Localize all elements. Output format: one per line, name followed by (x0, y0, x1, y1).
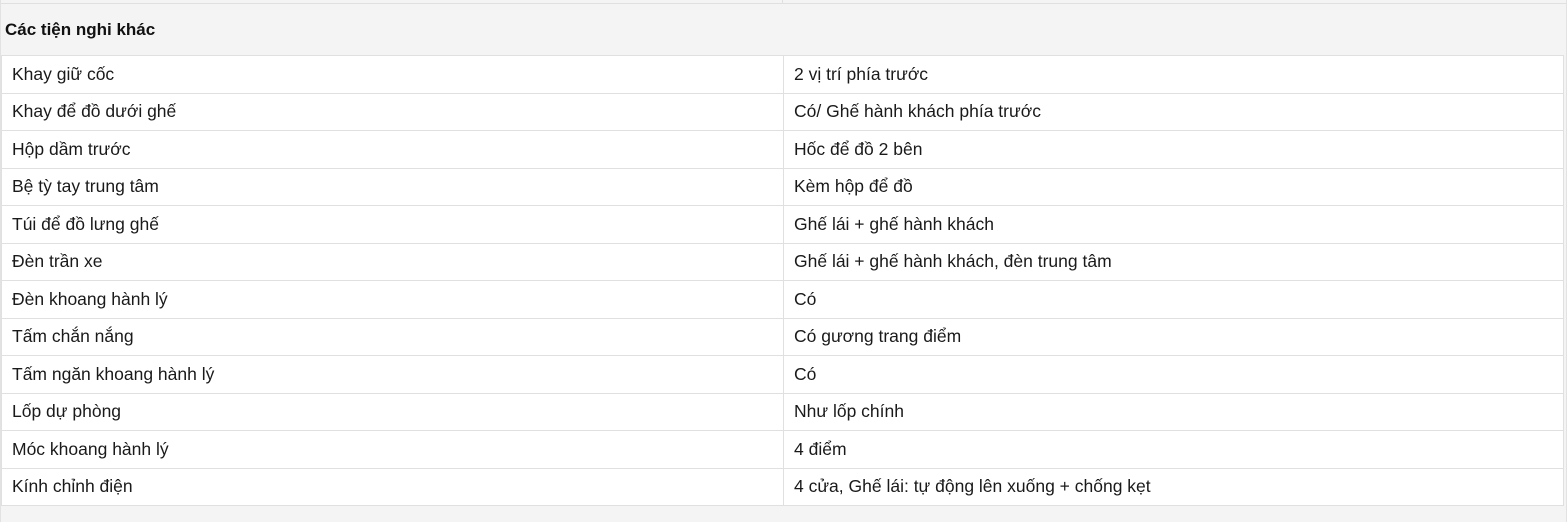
spec-section: Các tiện nghi khác Khay giữ cốc 2 vị trí… (0, 0, 1567, 522)
previous-table-edge (1, 0, 1566, 4)
spec-name: Khay giữ cốc (1, 55, 784, 94)
table-row: Lốp dự phòng Như lốp chính (1, 392, 1564, 431)
table-row: Kính chỉnh điện 4 cửa, Ghế lái: tự động … (1, 467, 1564, 506)
spec-value: Ghế lái + ghế hành khách (783, 205, 1564, 244)
spec-value: Có (783, 280, 1564, 319)
spec-table: Khay giữ cốc 2 vị trí phía trước Khay để… (1, 55, 1564, 506)
spec-value: 2 vị trí phía trước (783, 55, 1564, 94)
spec-value: Có gương trang điểm (783, 317, 1564, 356)
spec-name: Hộp dầm trước (1, 130, 784, 169)
table-row: Khay giữ cốc 2 vị trí phía trước (1, 55, 1564, 94)
spec-name: Tấm chắn nắng (1, 317, 784, 356)
table-row: Khay để đồ dưới ghế Có/ Ghế hành khách p… (1, 92, 1564, 131)
spec-name: Móc khoang hành lý (1, 430, 784, 469)
spec-name: Khay để đồ dưới ghế (1, 92, 784, 131)
spec-name: Đèn trần xe (1, 242, 784, 281)
spec-value: Có (783, 355, 1564, 394)
table-row: Tấm ngăn khoang hành lý Có (1, 355, 1564, 394)
spec-value: Kèm hộp để đồ (783, 167, 1564, 206)
column-divider (782, 0, 783, 3)
spec-name: Lốp dự phòng (1, 392, 784, 431)
spec-value: 4 điểm (783, 430, 1564, 469)
table-row: Túi để đồ lưng ghế Ghế lái + ghế hành kh… (1, 205, 1564, 244)
table-row: Đèn trần xe Ghế lái + ghế hành khách, đè… (1, 242, 1564, 281)
section-title: Các tiện nghi khác (1, 4, 1566, 55)
spec-name: Túi để đồ lưng ghế (1, 205, 784, 244)
table-row: Móc khoang hành lý 4 điểm (1, 430, 1564, 469)
spec-name: Đèn khoang hành lý (1, 280, 784, 319)
table-row: Đèn khoang hành lý Có (1, 280, 1564, 319)
spec-value: 4 cửa, Ghế lái: tự động lên xuống + chốn… (783, 467, 1564, 506)
spec-value: Hốc để đồ 2 bên (783, 130, 1564, 169)
spec-name: Kính chỉnh điện (1, 467, 784, 506)
table-row: Bệ tỳ tay trung tâm Kèm hộp để đồ (1, 167, 1564, 206)
spec-value: Như lốp chính (783, 392, 1564, 431)
spec-value: Ghế lái + ghế hành khách, đèn trung tâm (783, 242, 1564, 281)
table-row: Tấm chắn nắng Có gương trang điểm (1, 317, 1564, 356)
spec-name: Tấm ngăn khoang hành lý (1, 355, 784, 394)
spec-name: Bệ tỳ tay trung tâm (1, 167, 784, 206)
table-row: Hộp dầm trước Hốc để đồ 2 bên (1, 130, 1564, 169)
spec-value: Có/ Ghế hành khách phía trước (783, 92, 1564, 131)
